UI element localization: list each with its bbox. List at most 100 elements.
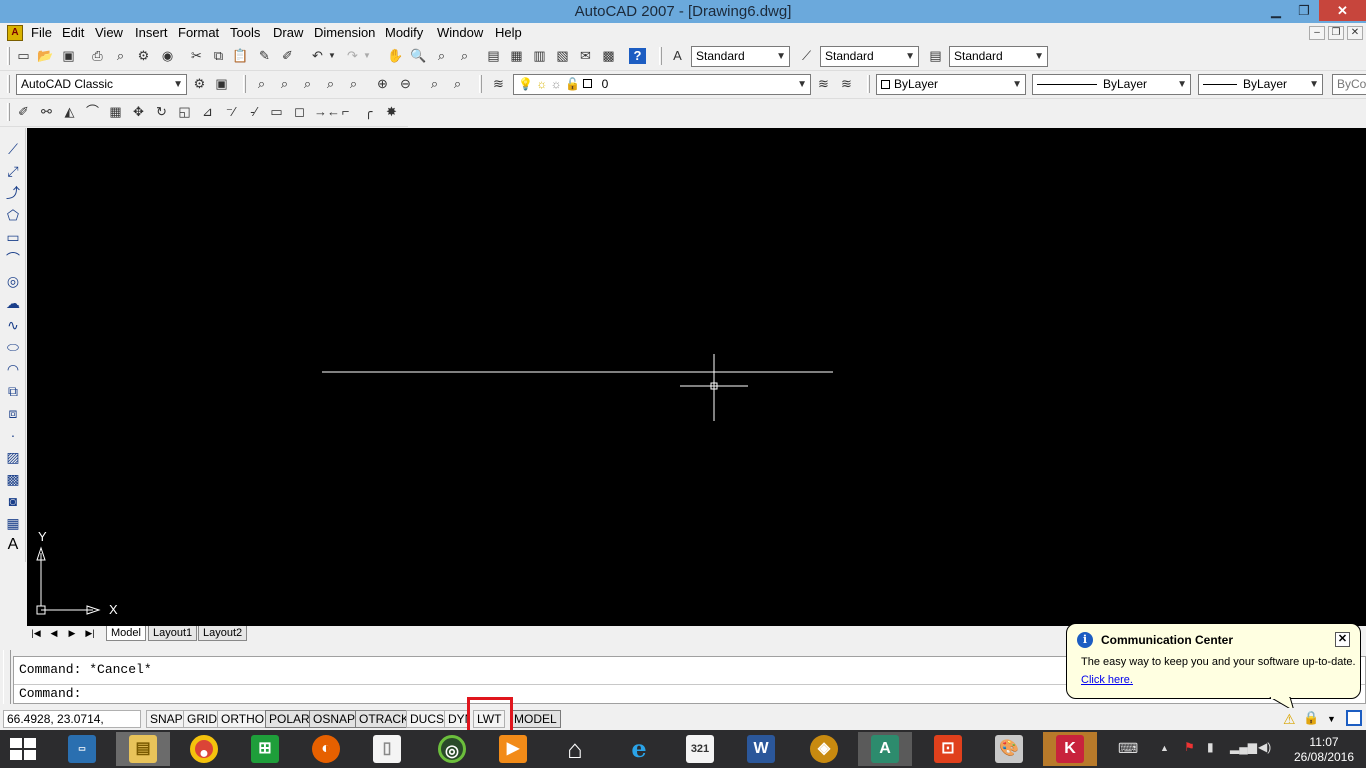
region-icon[interactable]: ◙ <box>4 492 22 510</box>
menu-file[interactable]: File <box>31 25 52 40</box>
media-app[interactable]: ◎ <box>425 732 479 766</box>
mdi-restore-button[interactable]: ❐ <box>1328 26 1344 40</box>
minimize-button[interactable]: ▁ <box>1262 0 1290 21</box>
menu-modify[interactable]: Modify <box>385 25 423 40</box>
toolbar-grip[interactable] <box>479 75 482 93</box>
break-icon[interactable]: ◻ <box>291 104 308 120</box>
polyline-icon[interactable]: ⤴ <box>4 184 22 202</box>
zoom-out-icon[interactable]: ⊖ <box>397 76 414 92</box>
workspace-settings-icon[interactable]: ⚙ <box>191 76 208 92</box>
table-style-select[interactable]: Standard ▼ <box>949 46 1048 67</box>
internet-explorer-app[interactable]: e <box>612 732 666 766</box>
snap-toggle[interactable]: SNAP <box>146 710 187 728</box>
new-file-icon[interactable]: ▭ <box>15 48 32 64</box>
make-object-layer-current-icon[interactable]: ≋ <box>815 76 832 92</box>
plot-style-select[interactable]: ByCol <box>1332 74 1366 95</box>
extend-icon[interactable]: -∕ <box>245 104 262 120</box>
toolbar-grip[interactable] <box>7 47 10 65</box>
tab-layout2[interactable]: Layout2 <box>198 626 248 641</box>
zoom-window-icon[interactable]: ⌕ <box>433 48 450 64</box>
battery-icon[interactable]: ▮ <box>1207 740 1214 754</box>
stretch-icon[interactable]: ⊿ <box>199 104 216 120</box>
ellipse-icon[interactable]: ⬭ <box>4 338 22 356</box>
redo-icon[interactable]: ↷ <box>344 48 361 64</box>
zoom-all-icon[interactable]: ⌕ <box>426 76 443 92</box>
network-icon[interactable]: ▂▄▆ <box>1230 740 1257 754</box>
firefox-app[interactable]: ◐ <box>299 732 353 766</box>
balloon-link[interactable]: Click here. <box>1081 674 1133 686</box>
action-center-icon[interactable]: ⚑ <box>1184 740 1195 754</box>
video-app[interactable]: ▶ <box>486 732 540 766</box>
erase-icon[interactable]: ✐ <box>15 104 32 120</box>
volume-icon[interactable]: ◀) <box>1258 740 1271 754</box>
warning-icon[interactable]: ⚠ <box>1283 711 1299 727</box>
autocad-app-icon[interactable]: A <box>7 25 23 41</box>
rectangle-icon[interactable]: ▭ <box>4 228 22 246</box>
join-icon[interactable]: →← <box>314 104 340 120</box>
plot-icon[interactable]: ⎙ <box>89 48 106 64</box>
line-icon[interactable]: ⟋ <box>4 140 22 158</box>
command-window-grip[interactable] <box>3 650 11 704</box>
trim-icon[interactable]: ⁻∕ <box>222 104 239 120</box>
insert-block-icon[interactable]: ⧉ <box>4 382 22 400</box>
office-app[interactable]: ⊡ <box>921 732 975 766</box>
move-icon[interactable]: ✥ <box>130 104 147 120</box>
paste-icon[interactable]: 📋 <box>232 48 249 64</box>
document-app[interactable]: ▯ <box>360 732 414 766</box>
command-prompt[interactable]: Command: <box>19 686 81 701</box>
ellipse-arc-icon[interactable]: ◠ <box>4 360 22 378</box>
layer-previous-icon[interactable]: ≋ <box>838 76 855 92</box>
close-button[interactable]: ✕ <box>1319 0 1366 21</box>
tab-model[interactable]: Model <box>106 626 146 641</box>
table-icon[interactable]: ▦ <box>4 514 22 532</box>
zoom-in-icon[interactable]: ⊕ <box>374 76 391 92</box>
revision-cloud-icon[interactable]: ☁ <box>4 294 22 312</box>
open-file-icon[interactable]: 📂 <box>37 48 54 64</box>
word-app[interactable]: W <box>734 732 788 766</box>
keyboard-icon[interactable]: ⌨ <box>1118 740 1138 757</box>
make-block-icon[interactable]: ⧈ <box>4 404 22 422</box>
menu-tools[interactable]: Tools <box>230 25 260 40</box>
toolbar-grip[interactable] <box>7 75 10 93</box>
previous-tab-button[interactable]: ◀ <box>47 627 61 640</box>
otrack-toggle[interactable]: OTRACK <box>355 710 414 728</box>
paint-app[interactable]: 🎨 <box>982 732 1036 766</box>
table-style-icon[interactable]: ▤ <box>927 48 944 64</box>
zoom-dynamic-icon[interactable]: ⌕ <box>276 76 293 92</box>
toolbar-lock-icon[interactable]: 🔒 <box>1303 710 1319 726</box>
multiline-text-icon[interactable]: A <box>4 536 22 554</box>
markup-icon[interactable]: ✉ <box>577 48 594 64</box>
kaspersky-app[interactable]: K <box>1043 732 1097 766</box>
point-icon[interactable]: · <box>4 426 22 444</box>
calendar-app[interactable]: 321 <box>673 732 727 766</box>
start-windows-icon[interactable] <box>10 738 36 760</box>
layer-select[interactable]: 💡 ☼ ☼ 🔓 0 ▼ <box>513 74 811 95</box>
zoom-center-icon[interactable]: ⌕ <box>322 76 339 92</box>
clock-time[interactable]: 11:07 <box>1302 735 1346 749</box>
mirror-icon[interactable]: ◭ <box>61 104 78 120</box>
color-control-select[interactable]: ByLayer ▼ <box>876 74 1026 95</box>
arc-icon[interactable]: ⌒ <box>4 250 22 268</box>
drawing-canvas[interactable]: Y X <box>27 128 1366 626</box>
next-tab-button[interactable]: ▶ <box>65 627 79 640</box>
redo-dropdown-icon[interactable]: ▼ <box>362 48 372 64</box>
grid-toggle[interactable]: GRID <box>183 710 221 728</box>
chrome-app[interactable]: ● <box>177 732 231 766</box>
ortho-toggle[interactable]: ORTHO <box>217 710 269 728</box>
menu-format[interactable]: Format <box>178 25 219 40</box>
copy-icon[interactable]: ⧉ <box>210 48 227 64</box>
gradient-icon[interactable]: ▩ <box>4 470 22 488</box>
menu-view[interactable]: View <box>95 25 123 40</box>
restore-button[interactable]: ❐ <box>1290 0 1318 21</box>
design-center-icon[interactable]: ▦ <box>508 48 525 64</box>
match-properties-icon[interactable]: ✎ <box>256 48 273 64</box>
rotate-icon[interactable]: ↻ <box>153 104 170 120</box>
toolbar-grip[interactable] <box>7 103 10 121</box>
show-hidden-icons-arrow[interactable]: ▲ <box>1160 743 1169 753</box>
tab-layout1[interactable]: Layout1 <box>148 626 198 641</box>
scale-icon[interactable]: ◱ <box>176 104 193 120</box>
undo-icon[interactable]: ↶ <box>309 48 326 64</box>
quickcalc-icon[interactable]: ▩ <box>600 48 617 64</box>
publish-icon[interactable]: ⚙ <box>135 48 152 64</box>
zoom-object-icon[interactable]: ⌕ <box>345 76 362 92</box>
